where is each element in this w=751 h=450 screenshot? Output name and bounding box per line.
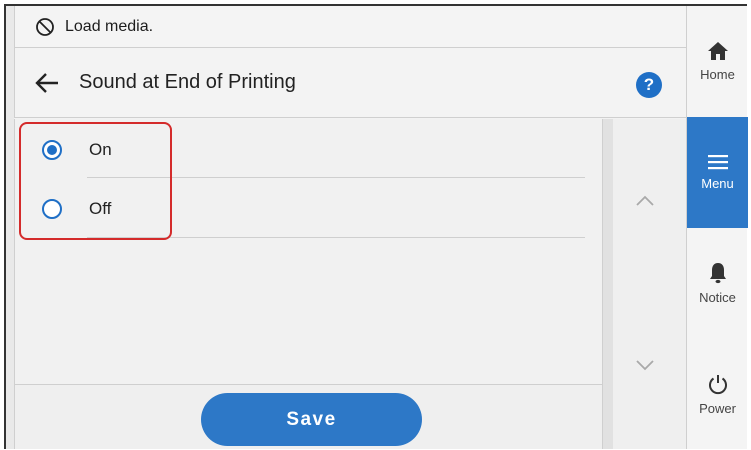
scroll-up-icon[interactable] (635, 195, 655, 207)
status-message: Load media. (65, 17, 154, 35)
menu-icon (707, 155, 728, 170)
nav-home[interactable]: Home (687, 6, 748, 117)
back-arrow-icon (35, 72, 58, 93)
scroll-down-icon[interactable] (635, 359, 655, 371)
highlight-box (19, 122, 172, 240)
scrollbar[interactable] (603, 119, 613, 449)
page-header: Sound at End of Printing ? (14, 48, 686, 118)
status-bar: Load media. (14, 6, 686, 48)
help-icon: ? (643, 75, 655, 94)
nav-power-label: Power (699, 401, 736, 416)
nav-menu[interactable]: Menu (687, 117, 748, 228)
bell-icon (709, 263, 726, 284)
footer-bar: Save (14, 384, 602, 449)
printer-panel: Load media. Sound at End of Printing ? O… (4, 4, 748, 450)
nav-home-label: Home (700, 67, 735, 82)
main-area: Load media. Sound at End of Printing ? O… (14, 6, 686, 449)
home-icon (707, 42, 728, 60)
page-title: Sound at End of Printing (79, 71, 296, 93)
power-icon (708, 375, 727, 395)
nav-menu-label: Menu (701, 176, 734, 191)
nav-notice-label: Notice (699, 290, 736, 305)
save-button[interactable]: Save (201, 393, 422, 446)
nav-power[interactable]: Power (687, 339, 748, 450)
nav-notice[interactable]: Notice (687, 228, 748, 339)
help-button[interactable]: ? (636, 72, 662, 98)
no-media-icon (36, 17, 54, 36)
side-nav: Home Menu Notice Power (686, 6, 748, 450)
back-button[interactable] (15, 48, 79, 118)
scroll-column (602, 119, 686, 449)
options-list: On Off (14, 119, 602, 384)
